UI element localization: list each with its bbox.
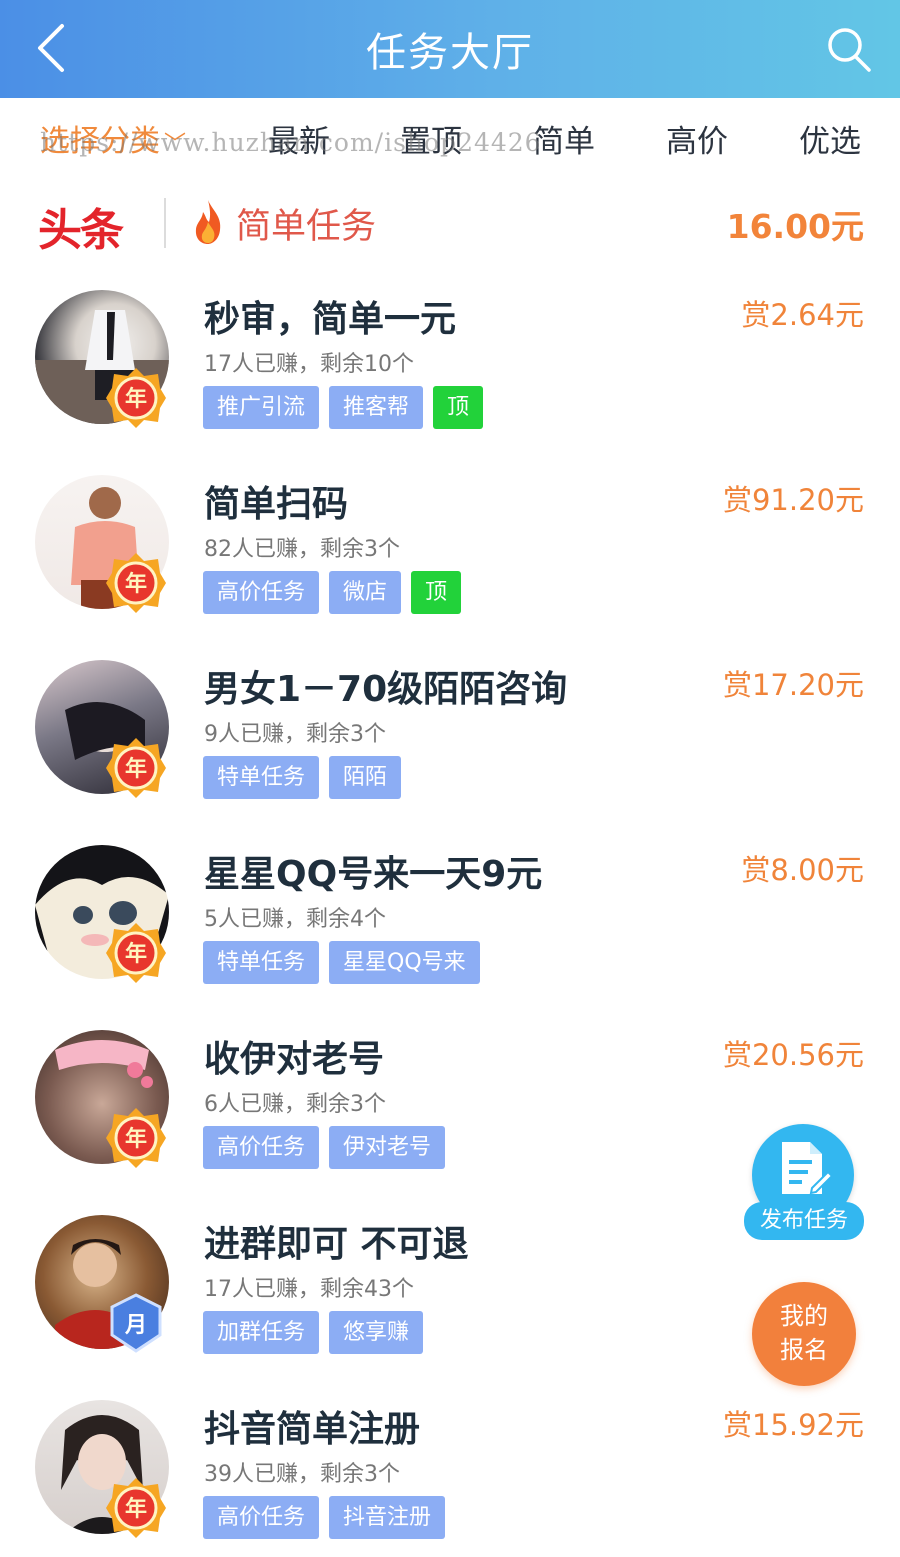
task-title: 收伊对老号 xyxy=(204,1039,385,1080)
tag: 高价任务 xyxy=(203,571,320,614)
task-meta: 9人已赚，剩余3个 xyxy=(204,722,386,747)
tab-high-price[interactable]: 高价 xyxy=(666,116,728,161)
badge-label: 月 xyxy=(124,1313,147,1338)
my-registrations-button[interactable]: 我的 报名 xyxy=(752,1282,856,1386)
headline-banner[interactable]: 头条 简单任务 16.00元 xyxy=(0,180,900,270)
badge-label: 年 xyxy=(125,756,147,782)
task-reward: 赏2.64元 xyxy=(741,298,864,332)
tab-featured[interactable]: 优选 xyxy=(799,116,861,161)
tag: 悠享赚 xyxy=(329,1311,424,1354)
task-title: 抖音简单注册 xyxy=(204,1409,421,1450)
pinned-tag: 顶 xyxy=(411,571,462,614)
tag: 微店 xyxy=(329,571,402,614)
year-member-badge-icon: 年 xyxy=(106,923,166,983)
tag: 高价任务 xyxy=(203,1496,320,1539)
year-member-badge-icon: 年 xyxy=(106,368,166,428)
tag-list: 加群任务 悠享赚 xyxy=(203,1311,424,1354)
document-edit-icon xyxy=(782,1142,834,1195)
task-title: 男女1－70级陌陌咨询 xyxy=(204,669,568,710)
tag: 推客帮 xyxy=(329,386,424,429)
task-meta: 6人已赚，剩余3个 xyxy=(204,1092,386,1117)
year-member-badge-icon: 年 xyxy=(106,553,166,613)
task-item[interactable]: 年 男女1－70级陌陌咨询 9人已赚，剩余3个 特单任务 陌陌 赏17.20元 xyxy=(0,660,900,845)
tab-simple[interactable]: 简单 xyxy=(533,116,595,161)
publish-task-button[interactable]: 发布任务 xyxy=(744,1124,864,1244)
search-icon[interactable] xyxy=(824,22,874,76)
task-title: 秒审，简单一元 xyxy=(204,299,457,340)
headline-text: 简单任务 xyxy=(236,207,377,247)
watermark: https://www.huzhan.com/ishop24426 xyxy=(40,128,542,157)
year-member-badge-icon: 年 xyxy=(106,1478,166,1538)
task-meta: 17人已赚，剩余10个 xyxy=(204,352,414,377)
headline-price: 16.00元 xyxy=(726,207,864,246)
task-meta: 5人已赚，剩余4个 xyxy=(204,907,386,932)
tag: 特单任务 xyxy=(203,756,320,799)
task-reward: 赏17.20元 xyxy=(722,668,864,702)
tag: 伊对老号 xyxy=(329,1126,446,1169)
badge-label: 年 xyxy=(125,571,147,597)
badge-label: 年 xyxy=(125,386,147,412)
task-reward: 赏8.00元 xyxy=(741,853,864,887)
badge-label: 年 xyxy=(125,1496,147,1522)
tag-list: 高价任务 抖音注册 xyxy=(203,1496,446,1539)
tag: 特单任务 xyxy=(203,941,320,984)
task-item[interactable]: 年 秒审，简单一元 17人已赚，剩余10个 推广引流 推客帮 顶 赏2.64元 xyxy=(0,290,900,475)
headline-source: 头条 xyxy=(38,205,124,256)
year-member-badge-icon: 年 xyxy=(106,738,166,798)
task-title: 星星QQ号来一天9元 xyxy=(204,854,543,895)
tag: 高价任务 xyxy=(203,1126,320,1169)
tag: 抖音注册 xyxy=(329,1496,446,1539)
pinned-tag: 顶 xyxy=(433,386,484,429)
task-title: 进群即可 不可退 xyxy=(204,1224,469,1265)
top-bar: 任务大厅 xyxy=(0,0,900,98)
page-title: 任务大厅 xyxy=(366,30,534,76)
task-reward: 赏91.20元 xyxy=(722,483,864,517)
fire-icon xyxy=(195,200,221,244)
task-meta: 39人已赚，剩余3个 xyxy=(204,1462,400,1487)
task-reward: 赏15.92元 xyxy=(722,1408,864,1442)
year-member-badge-icon: 年 xyxy=(106,1108,166,1168)
tag: 推广引流 xyxy=(203,386,320,429)
my-registrations-line1: 我的 xyxy=(780,1302,828,1330)
task-item[interactable]: 年 星星QQ号来一天9元 5人已赚，剩余4个 特单任务 星星QQ号来 赏8.00… xyxy=(0,845,900,1030)
tag-list: 高价任务 微店 顶 xyxy=(203,571,462,614)
task-item[interactable]: 年 抖音简单注册 39人已赚，剩余3个 高价任务 抖音注册 赏15.92元 xyxy=(0,1400,900,1557)
divider xyxy=(164,198,166,248)
task-item[interactable]: 年 简单扫码 82人已赚，剩余3个 高价任务 微店 顶 赏91.20元 xyxy=(0,475,900,660)
badge-label: 年 xyxy=(125,1126,147,1152)
task-title: 简单扫码 xyxy=(204,484,349,525)
tag-list: 高价任务 伊对老号 xyxy=(203,1126,446,1169)
tag-list: 特单任务 陌陌 xyxy=(203,756,402,799)
badge-label: 年 xyxy=(125,941,147,967)
month-member-badge-icon: 月 xyxy=(110,1293,162,1353)
tag: 加群任务 xyxy=(203,1311,320,1354)
task-meta: 17人已赚，剩余43个 xyxy=(204,1277,414,1302)
publish-task-label: 发布任务 xyxy=(744,1202,864,1240)
tag-list: 推广引流 推客帮 顶 xyxy=(203,386,484,429)
task-reward: 赏20.56元 xyxy=(722,1038,864,1072)
task-meta: 82人已赚，剩余3个 xyxy=(204,537,400,562)
my-registrations-line2: 报名 xyxy=(780,1336,828,1364)
tag-list: 特单任务 星星QQ号来 xyxy=(203,941,480,984)
tag: 陌陌 xyxy=(329,756,402,799)
tag: 星星QQ号来 xyxy=(329,941,480,984)
